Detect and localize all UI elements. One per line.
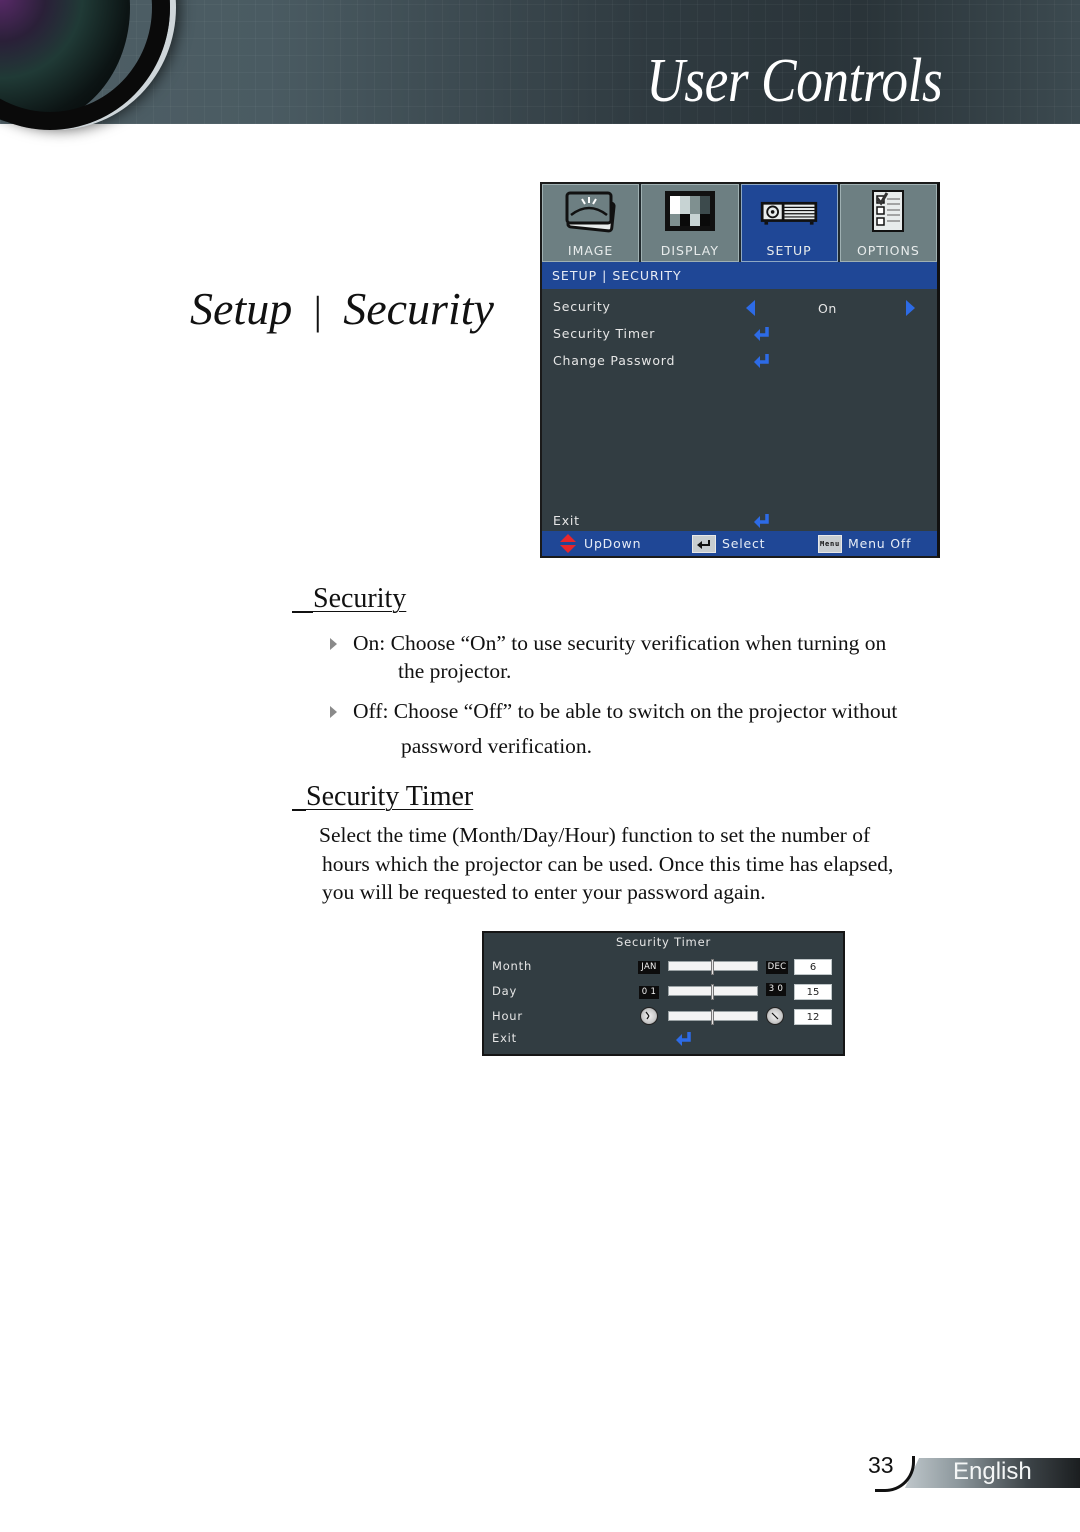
arrow-right-icon[interactable] bbox=[906, 300, 915, 316]
page-title-part1: Setup bbox=[190, 283, 293, 334]
page-number: 33 bbox=[868, 1452, 894, 1478]
tab-setup-label: SETUP bbox=[766, 243, 812, 258]
checklist-icon bbox=[858, 189, 918, 233]
timer-desc-line2: hours which the projector can be used. O… bbox=[322, 852, 894, 876]
day-slider-thumb[interactable] bbox=[711, 984, 714, 1000]
month-slider-thumb[interactable] bbox=[711, 959, 714, 975]
timer-desc-line3: you will be requested to enter your pass… bbox=[322, 880, 766, 904]
tab-display[interactable]: DISPLAY bbox=[641, 184, 739, 262]
clock-start-icon bbox=[640, 1007, 658, 1025]
tab-image-label: IMAGE bbox=[567, 243, 614, 258]
bullet-marker-icon bbox=[330, 638, 337, 650]
page-title-separator: | bbox=[313, 288, 322, 333]
lens-ring-decoration bbox=[0, 0, 170, 130]
osd-footer-bar: UpDown Select Menu Menu Off bbox=[542, 531, 937, 556]
display-icon bbox=[660, 189, 720, 233]
timer-exit-label[interactable]: Exit bbox=[492, 1031, 517, 1045]
hour-slider[interactable] bbox=[668, 1009, 758, 1025]
enter-icon bbox=[676, 1032, 691, 1046]
enter-key-icon bbox=[692, 535, 716, 553]
chapter-title: User Controls bbox=[645, 47, 943, 115]
timer-desc-line1: Select the time (Month/Day/Hour) functio… bbox=[319, 823, 871, 847]
image-icon bbox=[561, 189, 621, 233]
projector-icon bbox=[759, 189, 819, 233]
bullet-marker-icon bbox=[330, 706, 337, 718]
menu-key-icon: Menu bbox=[818, 535, 842, 553]
arrow-left-icon[interactable] bbox=[746, 300, 755, 316]
osd-breadcrumb: SETUP | SECURITY bbox=[542, 262, 937, 289]
osd-menu: IMAGE DISPLAY SETUP OPTIONS SETUP | SECU… bbox=[540, 182, 940, 558]
tab-options-label: OPTIONS bbox=[856, 243, 920, 258]
bullet-on-line2: the projector. bbox=[398, 659, 512, 683]
hour-slider-thumb[interactable] bbox=[711, 1009, 714, 1025]
timer-hour-label: Hour bbox=[492, 1009, 523, 1023]
osd-tab-bar: IMAGE DISPLAY SETUP OPTIONS bbox=[542, 184, 937, 262]
timer-dialog-title: Security Timer bbox=[616, 935, 711, 949]
section-title-security-text: Security bbox=[313, 583, 407, 614]
month-slider[interactable] bbox=[668, 959, 758, 975]
bullet-on-line1: On: Choose “On” to use security verifica… bbox=[353, 631, 887, 655]
day-max-badge: 3 0 bbox=[766, 983, 786, 996]
month-max-badge: DEC bbox=[766, 961, 788, 974]
day-min-badge: 0 1 bbox=[639, 986, 659, 999]
day-value-field[interactable]: 15 bbox=[794, 984, 832, 1000]
day-slider[interactable] bbox=[668, 984, 758, 1000]
clock-end-icon bbox=[766, 1007, 784, 1025]
footer-select-label: Select bbox=[722, 536, 766, 551]
enter-icon bbox=[754, 354, 769, 368]
hour-value-field[interactable]: 12 bbox=[794, 1009, 832, 1025]
osd-item-security-timer-label: Security Timer bbox=[553, 326, 656, 341]
tab-image[interactable]: IMAGE bbox=[542, 184, 640, 262]
osd-item-security-label: Security bbox=[553, 299, 611, 314]
osd-item-exit-label: Exit bbox=[553, 513, 580, 528]
bullet-off-line1: Off: Choose “Off” to be able to switch o… bbox=[353, 699, 898, 723]
footer-menu-off-label: Menu Off bbox=[848, 536, 912, 551]
enter-icon bbox=[754, 327, 769, 341]
osd-menu-body: Security On Security Timer Change Passwo… bbox=[542, 289, 937, 533]
enter-icon bbox=[754, 514, 769, 528]
page-title-part2: Security bbox=[343, 283, 494, 334]
month-min-badge: JAN bbox=[638, 961, 660, 974]
tab-options[interactable]: OPTIONS bbox=[839, 184, 937, 262]
security-timer-dialog: Security Timer Month JAN DEC 6 Day 0 1 3… bbox=[482, 931, 845, 1056]
section-title-security-timer: Security Timer bbox=[292, 781, 473, 813]
updown-arrows-icon bbox=[560, 534, 576, 553]
page-title: Setup | Security bbox=[190, 282, 494, 335]
footer-updown-label: UpDown bbox=[584, 536, 642, 551]
month-value-field[interactable]: 6 bbox=[794, 959, 832, 975]
bullet-off-line2: password verification. bbox=[401, 734, 593, 758]
language-label: English bbox=[953, 1458, 1032, 1485]
tab-display-label: DISPLAY bbox=[660, 243, 719, 258]
osd-item-change-password-label: Change Password bbox=[553, 353, 676, 368]
timer-day-label: Day bbox=[492, 984, 518, 998]
section-title-security-timer-text: Security Timer bbox=[306, 781, 474, 812]
timer-month-label: Month bbox=[492, 959, 533, 973]
header-banner: User Controls bbox=[0, 0, 1080, 130]
osd-item-security-value: On bbox=[818, 301, 837, 316]
tab-setup[interactable]: SETUP bbox=[740, 184, 838, 262]
section-title-security: Security bbox=[292, 583, 406, 615]
